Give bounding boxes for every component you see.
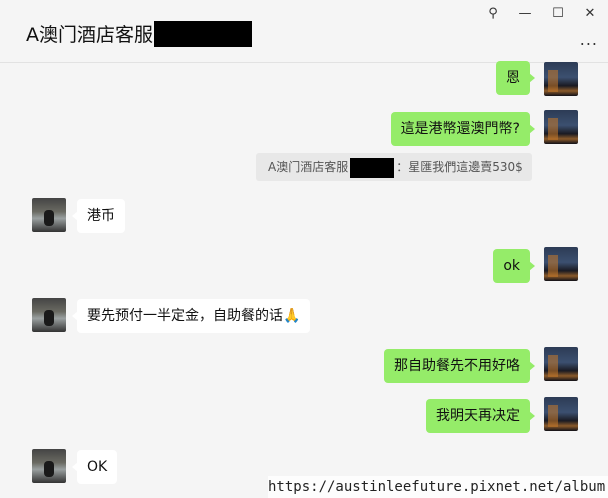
avatar[interactable]	[544, 247, 578, 281]
message-bubble-sent[interactable]: 我明天再决定	[426, 399, 535, 433]
quote-text: ：星匯我們這邊賣530$	[396, 160, 523, 174]
message-bubble-received[interactable]: 要先预付一半定金，自助餐的话🙏	[71, 299, 311, 333]
message-bubble-sent[interactable]: 這是港幣還澳門幣?	[390, 112, 536, 146]
quote-sender: A澳门酒店客服	[268, 160, 349, 174]
avatar[interactable]	[544, 62, 578, 96]
avatar[interactable]	[32, 198, 66, 232]
redacted-name-block	[154, 20, 252, 47]
avatar[interactable]	[544, 397, 578, 431]
redacted-name-block	[350, 157, 395, 178]
avatar[interactable]	[32, 449, 66, 483]
avatar[interactable]	[544, 110, 578, 144]
more-options-icon[interactable]: ...	[580, 30, 598, 49]
avatar[interactable]	[544, 347, 578, 381]
chat-title-text: A澳门酒店客服	[26, 24, 153, 46]
title-bar: A澳门酒店客服 ⚲ — ☐ ✕ ...	[0, 0, 608, 63]
maximize-icon[interactable]: ☐	[551, 6, 565, 21]
message-bubble-sent[interactable]: ok	[493, 249, 535, 283]
quoted-message[interactable]: A澳门酒店客服 ：星匯我們這邊賣530$	[256, 153, 532, 181]
message-bubble-received[interactable]: OK	[71, 450, 118, 484]
message-bubble-received[interactable]: 港币	[72, 199, 125, 233]
minimize-icon[interactable]: —	[518, 6, 532, 21]
pin-icon[interactable]: ⚲	[486, 6, 500, 21]
watermark-url: https://austinleefuture.pixnet.net/album	[268, 476, 608, 498]
chat-area: 恩 這是港幣還澳門幣? A澳门酒店客服 ：星匯我們這邊賣530$ 港币 ok 要先…	[0, 61, 608, 498]
chat-title: A澳门酒店客服	[26, 20, 252, 47]
message-bubble-sent[interactable]: 那自助餐先不用好咯	[384, 349, 535, 383]
message-bubble-sent[interactable]: 恩	[496, 61, 535, 95]
close-icon[interactable]: ✕	[583, 6, 597, 21]
avatar[interactable]	[32, 298, 66, 332]
